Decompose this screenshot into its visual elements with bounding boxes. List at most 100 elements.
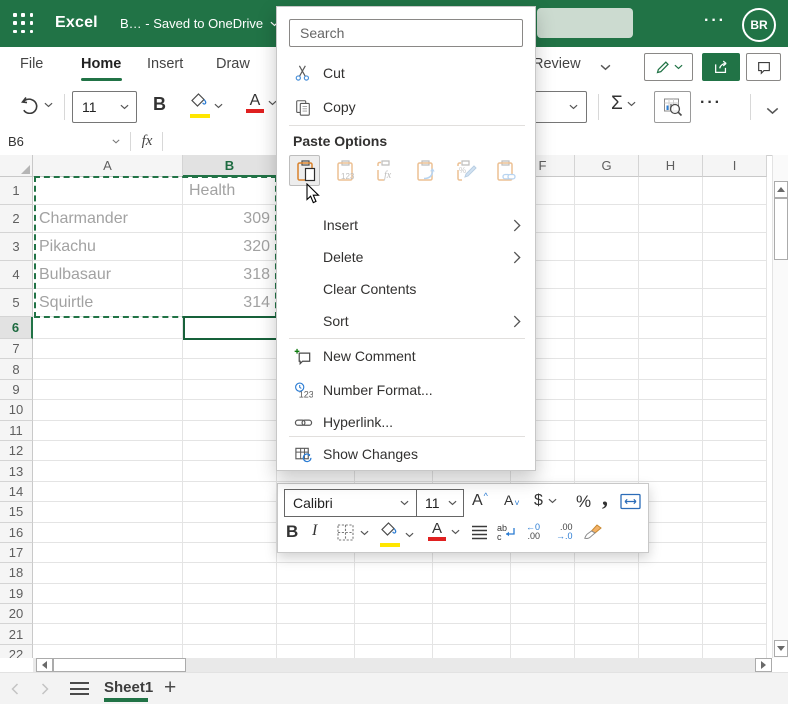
vertical-scroll-thumb[interactable] <box>774 198 788 260</box>
cell-B15[interactable] <box>183 502 277 523</box>
row-header-8[interactable]: 8 <box>0 359 33 380</box>
mini-italic-button[interactable]: I <box>312 522 317 540</box>
row-header-19[interactable]: 19 <box>0 583 33 605</box>
menu-item-show-changes[interactable]: Show Changes <box>277 438 535 470</box>
cell-H2[interactable] <box>639 205 703 233</box>
cell-C18[interactable] <box>277 563 355 584</box>
cell-I9[interactable] <box>703 379 767 401</box>
row-header-18[interactable]: 18 <box>0 563 33 584</box>
cell-H7[interactable] <box>639 339 703 360</box>
cell-G3[interactable] <box>575 233 639 261</box>
mini-fill-color-button[interactable] <box>380 522 414 547</box>
cell-A13[interactable] <box>33 461 183 482</box>
cell-E22[interactable] <box>433 644 511 658</box>
titlebar-more-options-icon[interactable]: ··· <box>704 12 726 30</box>
next-sheet-icon[interactable] <box>40 683 50 695</box>
cell-I13[interactable] <box>703 461 767 482</box>
cell-A6[interactable] <box>33 317 183 339</box>
cell-C22[interactable] <box>277 644 355 658</box>
paste-values-icon[interactable]: 123 <box>329 155 360 186</box>
toolbar-overflow-button[interactable]: ··· <box>700 94 722 112</box>
tabs-overflow-chevron-icon[interactable] <box>600 64 611 71</box>
cell-B9[interactable] <box>183 379 277 401</box>
cell-F19[interactable] <box>511 583 575 605</box>
row-header-22[interactable]: 22 <box>0 644 33 658</box>
cell-A11[interactable] <box>33 420 183 441</box>
scroll-right-button[interactable] <box>755 658 772 672</box>
menu-item-new-comment[interactable]: New Comment <box>277 340 535 372</box>
row-header-6[interactable]: 6 <box>0 317 33 339</box>
clipboard-paste-icon[interactable] <box>289 155 320 186</box>
cell-B14[interactable] <box>183 481 277 503</box>
column-header-H[interactable]: H <box>639 155 703 177</box>
comments-button[interactable] <box>746 53 781 81</box>
cell-A5[interactable]: Squirtle <box>33 289 183 317</box>
paste-formulas-icon[interactable]: fx <box>369 155 400 186</box>
cell-A14[interactable] <box>33 481 183 503</box>
cell-G22[interactable] <box>575 644 639 658</box>
cell-H9[interactable] <box>639 379 703 401</box>
row-header-13[interactable]: 13 <box>0 461 33 482</box>
cell-I10[interactable] <box>703 400 767 421</box>
cell-I19[interactable] <box>703 583 767 605</box>
merge-cells-button[interactable] <box>620 493 641 510</box>
cell-B22[interactable] <box>183 644 277 658</box>
row-header-10[interactable]: 10 <box>0 400 33 421</box>
cell-D18[interactable] <box>355 563 433 584</box>
cell-E19[interactable] <box>433 583 511 605</box>
bold-button[interactable]: B <box>153 94 166 115</box>
alignment-button[interactable] <box>470 524 489 540</box>
tab-review[interactable]: Review <box>533 56 581 72</box>
cell-C21[interactable] <box>277 624 355 645</box>
borders-button[interactable] <box>336 523 369 542</box>
cell-C19[interactable] <box>277 583 355 605</box>
cell-H6[interactable] <box>639 317 703 339</box>
undo-button[interactable] <box>20 96 53 114</box>
cell-I15[interactable] <box>703 502 767 523</box>
font-color-button[interactable]: A <box>246 93 277 113</box>
tab-draw[interactable]: Draw <box>216 56 250 72</box>
cell-A19[interactable] <box>33 583 183 605</box>
font-size-select[interactable]: 11 <box>72 91 137 123</box>
cell-H10[interactable] <box>639 400 703 421</box>
cell-H21[interactable] <box>639 624 703 645</box>
cell-E21[interactable] <box>433 624 511 645</box>
menu-item-hyperlink[interactable]: Hyperlink... <box>277 406 535 438</box>
row-header-1[interactable]: 1 <box>0 177 33 205</box>
row-header-21[interactable]: 21 <box>0 624 33 645</box>
mini-font-size-select[interactable]: 11 <box>416 489 464 517</box>
cell-G13[interactable] <box>575 461 639 482</box>
cell-B1[interactable]: Health <box>183 177 277 205</box>
cell-A1[interactable] <box>33 177 183 205</box>
cell-F18[interactable] <box>511 563 575 584</box>
fx-button[interactable]: fx <box>132 128 162 154</box>
scroll-up-button[interactable] <box>774 181 788 198</box>
editing-mode-button[interactable] <box>644 53 693 81</box>
cell-I21[interactable] <box>703 624 767 645</box>
cell-B10[interactable] <box>183 400 277 421</box>
row-header-3[interactable]: 3 <box>0 233 33 261</box>
mini-bold-button[interactable]: B <box>286 522 298 542</box>
cell-B13[interactable] <box>183 461 277 482</box>
cell-G5[interactable] <box>575 289 639 317</box>
cell-G12[interactable] <box>575 440 639 462</box>
vertical-scrollbar[interactable] <box>772 155 788 658</box>
row-header-7[interactable]: 7 <box>0 339 33 360</box>
cell-A4[interactable]: Bulbasaur <box>33 261 183 289</box>
cell-B16[interactable] <box>183 522 277 543</box>
cell-B2[interactable]: 309 <box>183 205 277 233</box>
cell-E20[interactable] <box>433 604 511 625</box>
titlebar-search-box[interactable] <box>537 8 633 38</box>
name-box[interactable]: B6 <box>0 128 130 154</box>
cell-A8[interactable] <box>33 359 183 380</box>
autosum-button[interactable]: Σ <box>611 93 636 115</box>
cell-H5[interactable] <box>639 289 703 317</box>
row-header-4[interactable]: 4 <box>0 261 33 289</box>
cell-A9[interactable] <box>33 379 183 401</box>
menu-item-copy[interactable]: Copy <box>277 91 535 123</box>
cell-G20[interactable] <box>575 604 639 625</box>
menu-item-delete[interactable]: Delete <box>277 241 535 273</box>
row-header-9[interactable]: 9 <box>0 379 33 401</box>
increase-decimal-button[interactable]: ←0.00 <box>526 523 540 541</box>
cell-A15[interactable] <box>33 502 183 523</box>
